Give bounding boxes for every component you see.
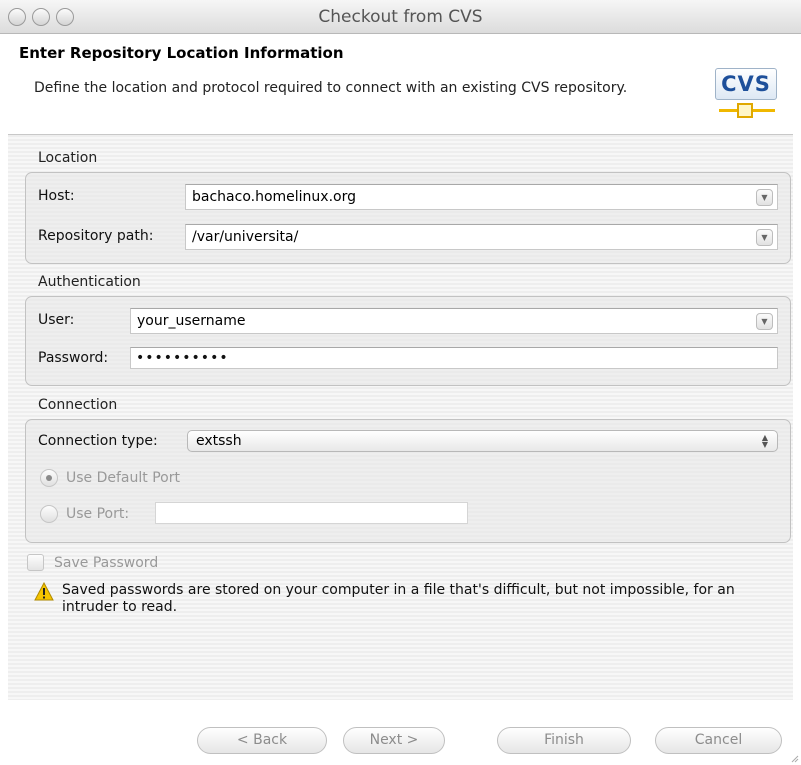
user-combo[interactable]: your_username ▼ [130, 308, 778, 334]
connection-group-label: Connection [38, 397, 118, 413]
use-default-port-label: Use Default Port [66, 470, 180, 486]
connection-type-value: extssh [196, 433, 242, 449]
repository-path-value: /var/universita/ [192, 229, 299, 245]
save-password-label: Save Password [54, 555, 159, 571]
cvs-logo-node [737, 103, 753, 118]
host-label: Host: [38, 188, 75, 204]
radio-selected-dot [46, 475, 52, 481]
use-port-label: Use Port: [66, 506, 130, 522]
save-password-checkbox[interactable] [27, 554, 44, 571]
chevron-down-icon[interactable]: ▼ [756, 229, 773, 246]
save-password-warning: Saved passwords are stored on your compu… [62, 582, 735, 615]
user-label: User: [38, 312, 75, 328]
chevron-down-icon[interactable]: ▼ [756, 313, 773, 330]
port-field[interactable] [155, 502, 468, 524]
connection-type-label: Connection type: [38, 433, 158, 449]
cvs-logo-text: CVS [715, 68, 777, 100]
connection-type-select[interactable]: extssh ▲ ▼ [187, 430, 778, 452]
authentication-group-label: Authentication [38, 274, 141, 290]
host-combo[interactable]: bachaco.homelinux.org ▼ [185, 184, 778, 210]
location-group-label: Location [38, 150, 98, 166]
wizard-header: Enter Repository Location Information De… [0, 34, 801, 134]
resize-grip-icon[interactable] [789, 753, 799, 763]
page-description: Define the location and protocol require… [34, 80, 628, 96]
page-title: Enter Repository Location Information [19, 44, 344, 62]
use-default-port-radio[interactable] [40, 469, 58, 487]
cvs-logo-icon: CVS [715, 68, 777, 124]
next-button[interactable]: Next > [343, 727, 445, 754]
title-bar: Checkout from CVS [0, 0, 801, 34]
password-value: •••••••••• [136, 350, 229, 366]
password-field[interactable]: •••••••••• [130, 347, 778, 369]
repository-path-label: Repository path: [38, 228, 154, 244]
up-down-arrows-icon: ▲ ▼ [761, 433, 769, 449]
password-label: Password: [38, 350, 109, 366]
finish-button[interactable]: Finish [497, 727, 631, 754]
cancel-button[interactable]: Cancel [655, 727, 782, 754]
repository-path-combo[interactable]: /var/universita/ ▼ [185, 224, 778, 250]
chevron-down-icon[interactable]: ▼ [756, 189, 773, 206]
user-value: your_username [137, 313, 246, 329]
use-port-radio[interactable] [40, 505, 58, 523]
back-button[interactable]: < Back [197, 727, 327, 754]
warning-icon [34, 582, 54, 601]
window-title: Checkout from CVS [318, 7, 483, 27]
host-value: bachaco.homelinux.org [192, 189, 356, 205]
